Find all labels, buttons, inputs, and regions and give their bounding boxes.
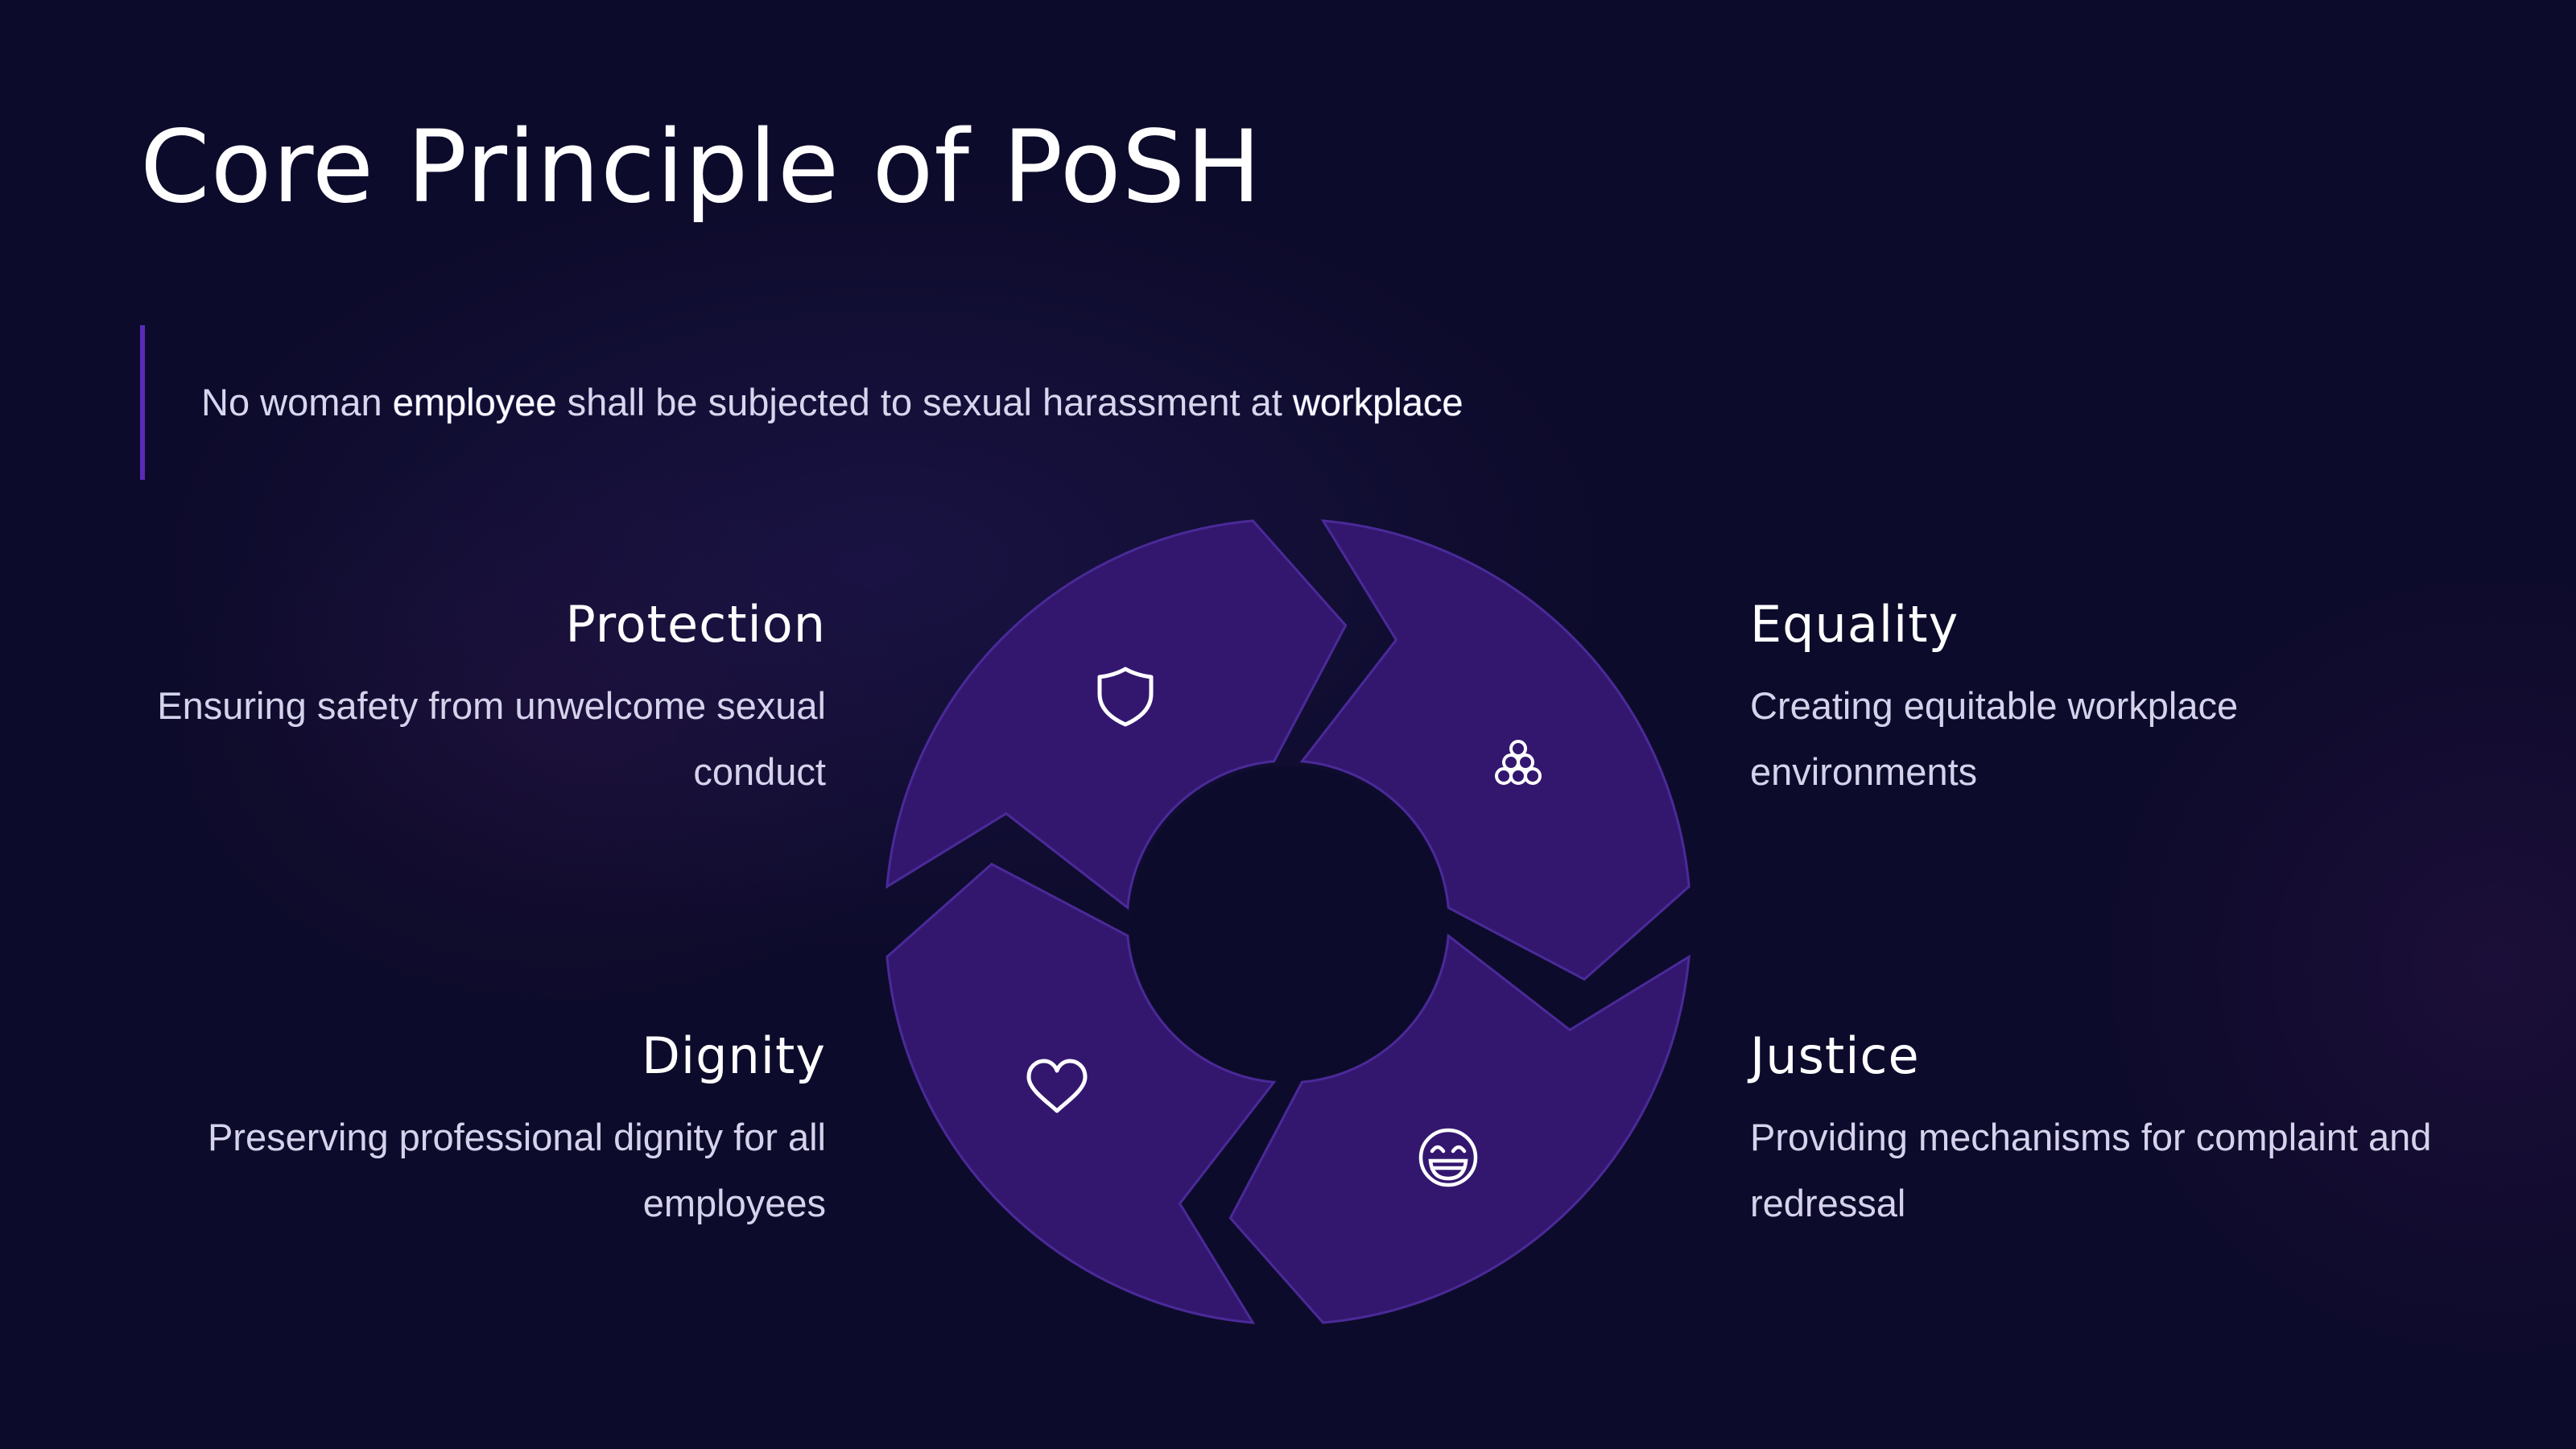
principle-title-justice: Justice — [1750, 1026, 1920, 1085]
principle-protection: Protection Ensuring safety from unwelcom… — [118, 597, 826, 805]
principle-equality: Equality Creating equitable workplace en… — [1750, 597, 2458, 805]
principle-desc-protection: Ensuring safety from unwelcome sexual co… — [157, 684, 826, 794]
principle-title-dignity: Dignity — [642, 1026, 826, 1085]
principle-justice: Justice Providing mechanisms for complai… — [1750, 1026, 2458, 1236]
principle-desc-dignity: Preserving professional dignity for all … — [207, 1116, 826, 1225]
principle-title-protection: Protection — [565, 595, 826, 654]
cycle-center — [1132, 766, 1444, 1078]
principle-desc-justice: Providing mechanisms for complaint and r… — [1750, 1116, 2432, 1225]
principle-desc-equality: Creating equitable workplace environment… — [1750, 684, 2239, 794]
principle-dignity: Dignity Preserving professional dignity … — [118, 1026, 826, 1236]
principle-title-equality: Equality — [1750, 595, 1959, 654]
